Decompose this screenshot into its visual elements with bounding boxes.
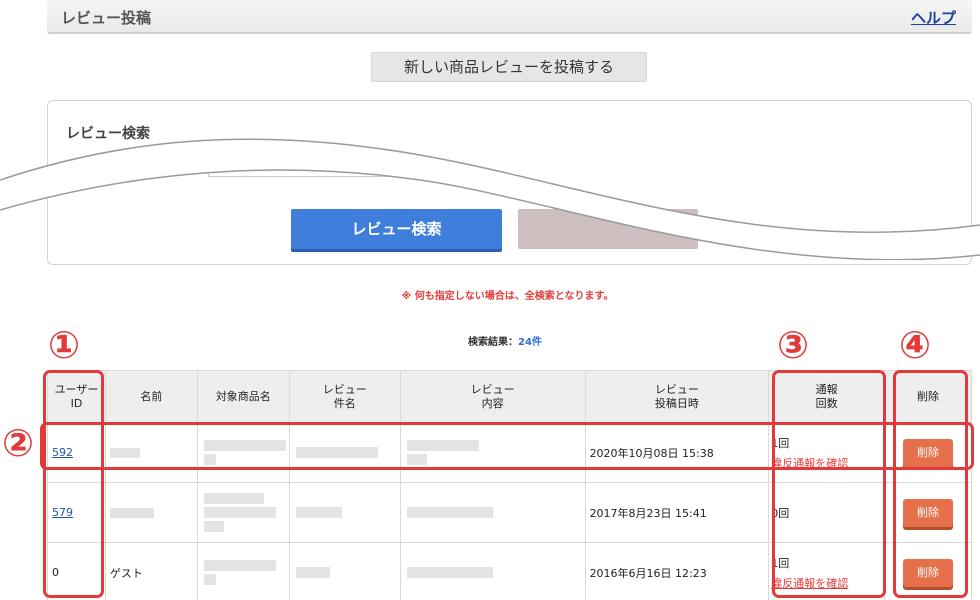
blurred-product xyxy=(196,482,290,543)
blurred-body xyxy=(399,482,586,543)
blurred-name xyxy=(109,448,140,458)
col-date: レビュー 投稿日時 xyxy=(584,370,770,423)
search-panel-title: レビュー検索 xyxy=(66,126,150,142)
new-review-button[interactable]: 新しい商品レビューを投稿する xyxy=(371,52,647,82)
annotation-1: ① xyxy=(48,323,81,367)
search-notice: ※ 何も指定しない場合は、全検索となります。 xyxy=(401,291,614,302)
blurred-name xyxy=(109,508,154,518)
col-body: レビュー 内容 xyxy=(399,370,586,423)
delete-button[interactable]: 削除 xyxy=(903,558,954,587)
blurred-product xyxy=(196,422,290,483)
col-user-id: ユーザー ID xyxy=(47,370,106,423)
report-check-link[interactable]: 違反通報を確認 xyxy=(771,455,884,471)
blurred-title xyxy=(288,482,401,543)
search-input[interactable] xyxy=(208,163,408,177)
post-date: 2017年8月23日 15:41 xyxy=(584,482,770,543)
report-count: 1回 違反通報を確認 xyxy=(768,422,886,483)
result-count-value: 24件 xyxy=(518,337,542,348)
help-link[interactable]: ヘルプ xyxy=(911,7,956,28)
table-row: 0 ゲスト 2016年6月16日 12:23 1回 違反通報を確認 削除 xyxy=(47,542,972,600)
result-count: 検索結果：24件 xyxy=(468,333,542,348)
table-row: 592 2020年10月08日 15:38 1回 違反通報を確認 削除 xyxy=(47,422,972,483)
post-date: 2020年10月08日 15:38 xyxy=(584,422,770,483)
col-name: 名前 xyxy=(104,370,198,423)
post-date: 2016年6月16日 12:23 xyxy=(584,542,770,600)
result-count-label: 検索結果： xyxy=(468,337,518,348)
blurred-body xyxy=(399,422,586,483)
report-count: 1回 違反通報を確認 xyxy=(768,542,886,600)
annotation-3: ③ xyxy=(777,323,810,367)
user-name: ゲスト xyxy=(104,542,198,600)
report-count: 0回 xyxy=(768,482,886,543)
clear-button[interactable] xyxy=(518,209,698,249)
annotation-4: ④ xyxy=(899,323,932,367)
col-product: 対象商品名 xyxy=(196,370,290,423)
blurred-product xyxy=(196,542,290,600)
blurred-title xyxy=(288,542,401,600)
table-row: 579 2017年8月23日 15:41 0回 削除 xyxy=(47,482,972,543)
review-table: ユーザー ID 名前 対象商品名 レビュー 件名 レビュー 内容 レビュー 投稿日時 通… xyxy=(47,370,972,600)
col-title: レビュー 件名 xyxy=(288,370,401,423)
report-check-link[interactable]: 違反通報を確認 xyxy=(771,575,884,591)
delete-button[interactable]: 削除 xyxy=(903,438,954,467)
user-id-link[interactable]: 592 xyxy=(48,446,73,459)
header-bar: レビュー投稿 ヘルプ xyxy=(47,0,972,34)
review-search-button[interactable]: レビュー検索 xyxy=(291,209,502,249)
search-panel: レビュー検索 レビュー検索 xyxy=(47,100,972,265)
user-id: 0 xyxy=(47,542,106,600)
delete-button[interactable]: 削除 xyxy=(903,498,954,527)
annotation-2: ② xyxy=(2,421,35,465)
col-reports: 通報 回数 xyxy=(768,370,886,423)
table-header-row: ユーザー ID 名前 対象商品名 レビュー 件名 レビュー 内容 レビュー 投稿日時 通… xyxy=(47,370,972,423)
page-title: レビュー投稿 xyxy=(61,9,152,27)
blurred-body xyxy=(399,542,586,600)
user-id-link[interactable]: 579 xyxy=(48,506,73,519)
col-delete: 削除 xyxy=(884,370,972,423)
blurred-title xyxy=(288,422,401,483)
